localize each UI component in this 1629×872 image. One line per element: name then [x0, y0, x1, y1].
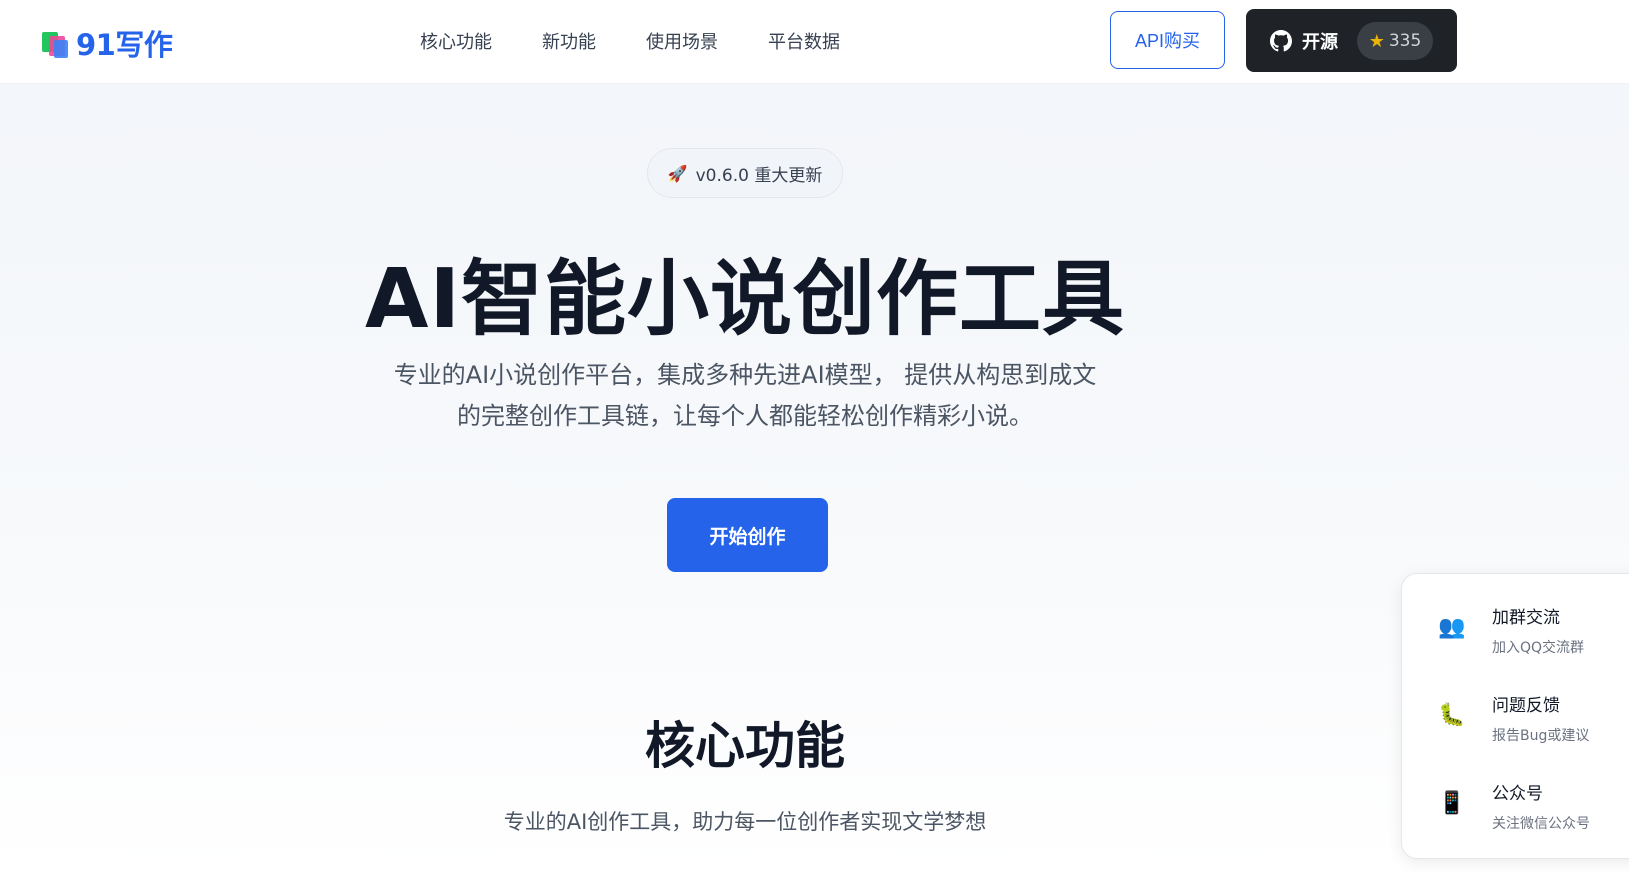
- phone-icon: 📱: [1438, 790, 1466, 816]
- rocket-icon: 🚀: [667, 163, 688, 183]
- github-icon: [1270, 29, 1292, 51]
- feedback-title: 问题反馈: [1492, 696, 1560, 716]
- official-account-title: 公众号: [1492, 784, 1543, 804]
- hero-description-line-2: 的完整创作工具链，让每个人都能轻松创作精彩小说。: [457, 402, 1033, 430]
- version-badge: 🚀 v0.6.0 重大更新: [647, 148, 843, 198]
- main-nav: 核心功能 新功能 使用场景 平台数据: [420, 28, 840, 54]
- nav-item-use-cases[interactable]: 使用场景: [646, 28, 718, 54]
- hero-title: AI智能小说创作工具: [365, 252, 1125, 347]
- logo[interactable]: 91写作: [40, 22, 173, 64]
- floating-contact-panel: 👥 加群交流 加入QQ交流群 🐛 问题反馈 报告Bug或建议 📱 公众号 关注微…: [1401, 573, 1629, 859]
- official-account-subtitle: 关注微信公众号: [1492, 816, 1590, 832]
- star-count: 335: [1388, 31, 1422, 51]
- core-features-title: 核心功能: [645, 717, 845, 775]
- github-label: 开源: [1302, 31, 1338, 53]
- hero-description-line-1: 专业的AI小说创作平台，集成多种先进AI模型， 提供从构思到成文: [393, 361, 1097, 389]
- people-icon: 👥: [1438, 614, 1466, 640]
- feedback-subtitle: 报告Bug或建议: [1492, 728, 1590, 744]
- github-open-source-button[interactable]: 开源 ★ 335: [1246, 9, 1457, 72]
- core-features-subtitle: 专业的AI创作工具，助力每一位创作者实现文学梦想: [503, 810, 987, 834]
- star-icon: ★: [1368, 30, 1385, 52]
- nav-item-platform-data[interactable]: 平台数据: [768, 28, 840, 54]
- join-group-title: 加群交流: [1492, 608, 1560, 628]
- books-logo-icon: [40, 28, 70, 58]
- api-purchase-button[interactable]: API购买: [1110, 11, 1225, 69]
- join-group-subtitle: 加入QQ交流群: [1492, 640, 1585, 656]
- star-count-badge: ★ 335: [1357, 22, 1433, 60]
- hero-description: 专业的AI小说创作平台，集成多种先进AI模型， 提供从构思到成文 的完整创作工具…: [370, 355, 1120, 437]
- feedback-item[interactable]: 🐛 问题反馈 报告Bug或建议: [1402, 689, 1629, 759]
- bug-icon: 🐛: [1438, 702, 1466, 728]
- start-writing-button[interactable]: 开始创作: [667, 498, 828, 572]
- official-account-item[interactable]: 📱 公众号 关注微信公众号: [1402, 777, 1629, 847]
- version-badge-text: v0.6.0 重大更新: [695, 165, 823, 186]
- nav-item-core-features[interactable]: 核心功能: [420, 28, 492, 54]
- site-header: 91写作 核心功能 新功能 使用场景 平台数据 API购买 开源 ★ 335: [0, 0, 1629, 84]
- join-group-item[interactable]: 👥 加群交流 加入QQ交流群: [1402, 601, 1629, 671]
- nav-item-new-features[interactable]: 新功能: [542, 28, 596, 54]
- logo-text: 91写作: [76, 28, 173, 62]
